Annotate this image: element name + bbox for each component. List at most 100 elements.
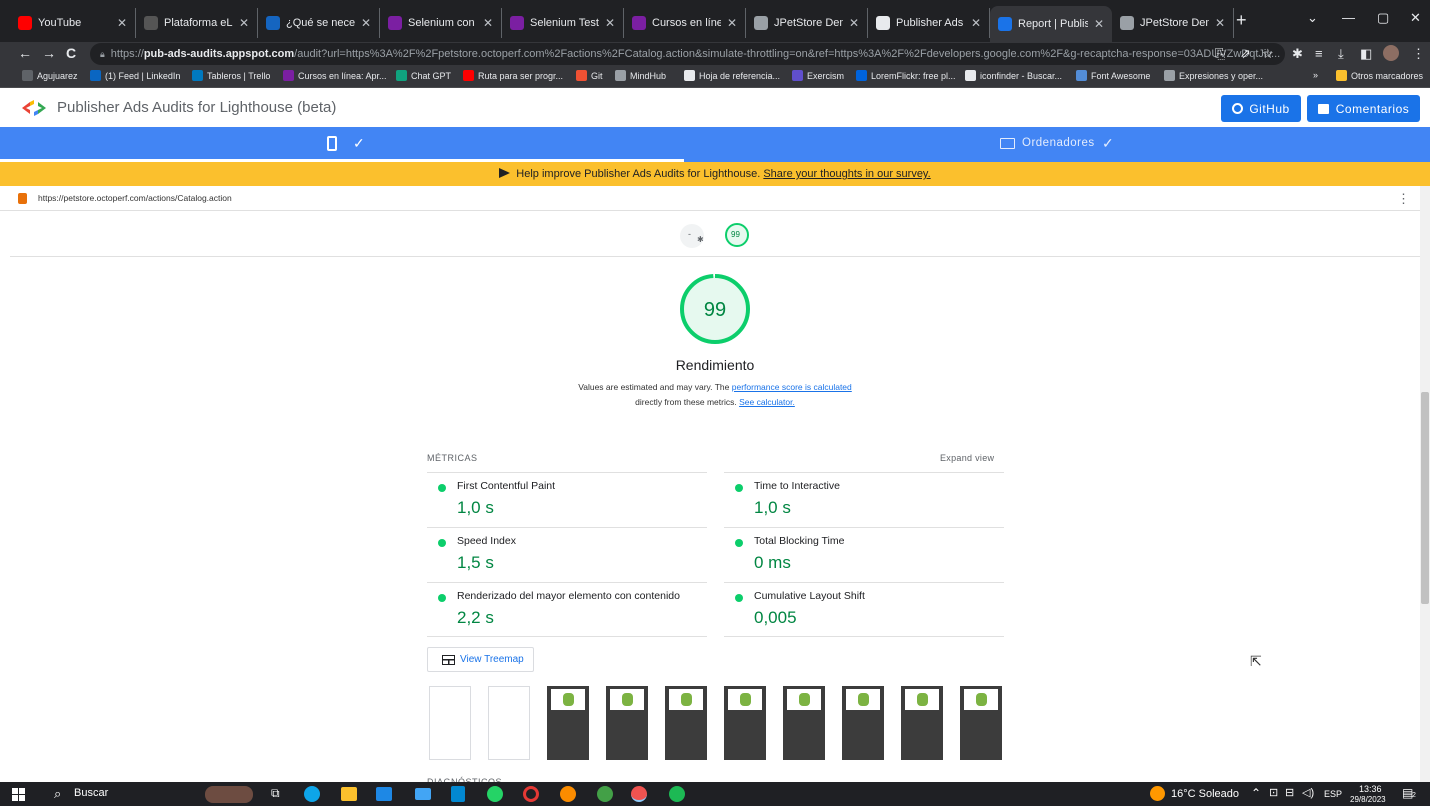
browser-tab[interactable]: Publisher Ads Audi✕	[868, 8, 990, 38]
taskbar-search[interactable]: Buscar	[74, 787, 108, 799]
bookmarks-more-button[interactable]: »	[1313, 70, 1318, 80]
score-calculation-link[interactable]: performance score is calculated	[732, 382, 852, 392]
mouse-cursor-icon: ⇱	[1250, 653, 1262, 669]
bookmark-item[interactable]: Git	[576, 70, 603, 81]
bookmark-item[interactable]: MindHub	[615, 70, 666, 81]
mini-gauge-performance[interactable]: 99	[725, 223, 749, 247]
report-menu-icon[interactable]: ⋮	[1397, 186, 1410, 211]
browser-tab[interactable]: Cursos en línea: Ap✕	[624, 8, 746, 38]
close-tab-icon[interactable]: ✕	[971, 16, 981, 30]
tab-desktop[interactable]: Ordenadores ✓	[684, 127, 1420, 162]
maximize-button[interactable]: ▢	[1377, 10, 1389, 26]
bookmark-item[interactable]: (1) Feed | LinkedIn	[90, 70, 180, 81]
chrome-app-icon[interactable]	[597, 786, 613, 802]
bookmark-item[interactable]: Agujuarez	[22, 70, 78, 81]
network-icon[interactable]: ⊟	[1285, 786, 1294, 799]
browser-tab[interactable]: YouTube ✕	[10, 8, 136, 38]
volume-icon[interactable]: ◁)	[1302, 786, 1314, 799]
close-tab-icon[interactable]: ✕	[605, 16, 615, 30]
firefox-icon[interactable]	[560, 786, 576, 802]
close-window-button[interactable]: ✕	[1410, 10, 1421, 26]
widgets-icon[interactable]	[205, 786, 253, 803]
tray-chevron-icon[interactable]: ⌃	[1251, 786, 1261, 800]
address-bar[interactable]: 🔒︎ https://pub-ads-audits.appspot.com/au…	[90, 43, 1285, 65]
browser-tab[interactable]: JPetStore Demo✕	[746, 8, 868, 38]
filmstrip-frame	[783, 686, 825, 760]
bookmark-item[interactable]: Ruta para ser progr...	[463, 70, 563, 81]
bookmark-item[interactable]: iconfinder - Buscar...	[965, 70, 1062, 81]
site-icon	[144, 16, 158, 30]
arrow-right-icon	[499, 168, 511, 178]
back-arrow-icon[interactable]: ←	[18, 45, 32, 61]
share-icon[interactable]: ⇗	[1240, 46, 1251, 62]
close-tab-icon[interactable]: ✕	[361, 16, 371, 30]
notification-count: 2	[1412, 792, 1416, 799]
close-tab-icon[interactable]: ✕	[1094, 17, 1104, 31]
feedback-button[interactable]: Comentarios	[1307, 95, 1420, 122]
clock-date[interactable]: 29/8/2023	[1350, 795, 1386, 804]
bookmark-item[interactable]: Cursos en línea: Apr...	[283, 70, 387, 81]
edge-icon[interactable]	[304, 786, 320, 802]
extensions-icon[interactable]: ✱	[1292, 46, 1303, 62]
scrollbar-thumb[interactable]	[1421, 392, 1429, 604]
close-tab-icon[interactable]: ✕	[117, 16, 127, 30]
publisher-ads-logo-icon	[22, 100, 46, 116]
browser-tab[interactable]: Selenium con Java✕	[380, 8, 502, 38]
bookmark-item[interactable]: Exercism	[792, 70, 844, 81]
spotify-icon[interactable]	[669, 786, 685, 802]
tab-search-icon[interactable]: ⌄	[1307, 10, 1318, 26]
bookmarks-bar: Agujuarez (1) Feed | LinkedIn Tableros |…	[0, 66, 1430, 88]
view-treemap-button[interactable]: View Treemap	[427, 647, 534, 672]
metric-total-blocking-time: Total Blocking Time 0 ms	[724, 527, 1004, 582]
new-tab-button[interactable]: +	[1236, 10, 1247, 31]
search-icon[interactable]: ⌕	[54, 786, 61, 802]
close-tab-icon[interactable]: ✕	[849, 16, 859, 30]
bookmark-item[interactable]: Expresiones y oper...	[1164, 70, 1263, 81]
chrome-active-icon[interactable]	[631, 786, 647, 802]
close-tab-icon[interactable]: ✕	[727, 16, 737, 30]
windows-start-icon[interactable]	[12, 788, 25, 801]
calculator-link[interactable]: See calculator.	[739, 397, 795, 407]
github-button[interactable]: GitHub	[1221, 95, 1301, 122]
browser-tab[interactable]: ¿Qué se necesita p✕	[258, 8, 380, 38]
mini-gauge-plugin[interactable]: - ✱	[680, 224, 704, 248]
bookmark-item[interactable]: Font Awesome	[1076, 70, 1150, 81]
calculator-icon[interactable]	[451, 786, 465, 802]
opera-icon[interactable]	[523, 786, 539, 802]
profile-avatar-icon[interactable]	[1383, 45, 1399, 61]
tab-mobile[interactable]: ✓	[0, 127, 684, 162]
browser-tab[interactable]: Selenium Testing F✕	[502, 8, 624, 38]
sidepanel-icon[interactable]: ◧	[1360, 46, 1372, 62]
bookmark-item[interactable]: LoremFlickr: free pl...	[856, 70, 956, 81]
translate-icon[interactable]: ⎘	[1215, 46, 1225, 62]
browser-tab-active[interactable]: Report | Publisher✕	[990, 6, 1112, 42]
close-tab-icon[interactable]: ✕	[239, 16, 249, 30]
language-indicator[interactable]: ESP	[1324, 789, 1342, 799]
playlist-icon[interactable]: ≡	[1315, 46, 1323, 61]
close-tab-icon[interactable]: ✕	[1215, 16, 1225, 30]
browser-tab[interactable]: JPetStore Demo✕	[1112, 8, 1234, 38]
task-view-icon[interactable]: ⧉	[271, 786, 280, 801]
weather-text[interactable]: 16°C Soleado	[1171, 788, 1239, 800]
star-icon[interactable]: ☆	[1262, 46, 1274, 62]
other-bookmarks-folder[interactable]: Otros marcadores	[1336, 70, 1423, 81]
forward-arrow-icon[interactable]: →	[42, 45, 56, 61]
download-icon[interactable]: ⤓	[1338, 46, 1344, 62]
file-explorer-icon[interactable]	[341, 787, 357, 801]
bookmark-item[interactable]: Tableros | Trello	[192, 70, 270, 81]
minimize-button[interactable]: —	[1342, 10, 1355, 25]
browser-tab[interactable]: Plataforma eLearni✕	[136, 8, 258, 38]
google-icon	[965, 70, 976, 81]
bookmark-item[interactable]: Hoja de referencia...	[684, 70, 780, 81]
whatsapp-icon[interactable]	[487, 786, 503, 802]
clock-time[interactable]: 13:36	[1359, 784, 1382, 794]
mail-icon[interactable]	[415, 788, 431, 800]
store-icon[interactable]	[376, 787, 392, 801]
survey-link[interactable]: Share your thoughts in our survey.	[763, 168, 930, 180]
close-tab-icon[interactable]: ✕	[483, 16, 493, 30]
bookmark-item[interactable]: Chat GPT	[396, 70, 451, 81]
reload-icon[interactable]: C	[66, 45, 76, 61]
battery-icon[interactable]: ⊡	[1269, 786, 1278, 799]
expand-view-toggle[interactable]: Expand view	[940, 453, 994, 463]
kebab-menu-icon[interactable]: ⋮	[1412, 46, 1425, 62]
